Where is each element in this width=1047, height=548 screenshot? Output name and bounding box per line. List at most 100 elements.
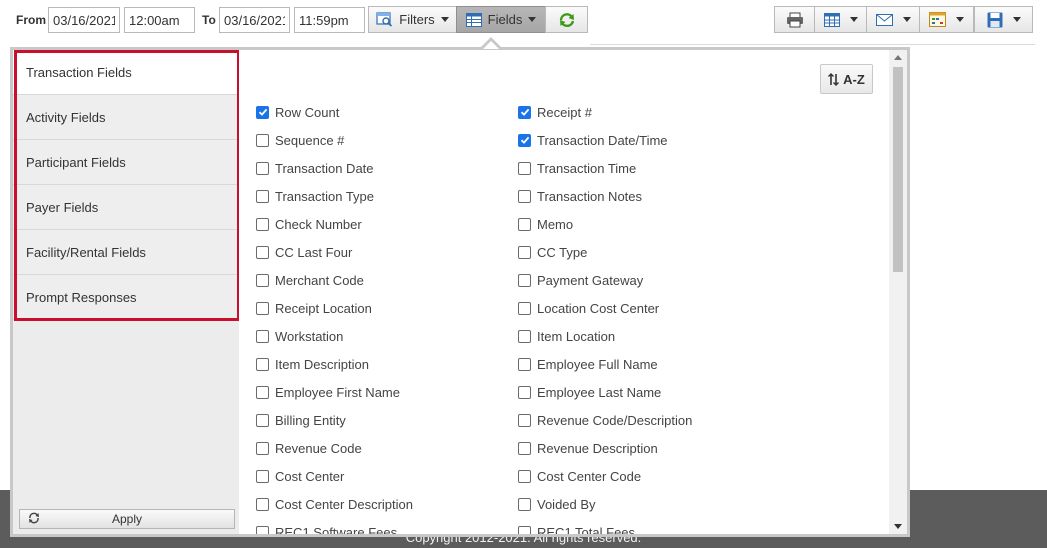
- field-option[interactable]: Revenue Code/Description: [518, 410, 692, 430]
- category-item[interactable]: Transaction Fields: [13, 50, 239, 95]
- field-option[interactable]: Billing Entity: [256, 410, 346, 430]
- category-list: Transaction Fields Activity Fields Partici…: [13, 50, 239, 320]
- field-label: Receipt #: [537, 104, 592, 120]
- field-option[interactable]: Transaction Time: [518, 158, 636, 178]
- field-checkbox[interactable]: [518, 189, 531, 203]
- category-item[interactable]: Facility/Rental Fields: [13, 230, 239, 275]
- field-checkbox[interactable]: [518, 273, 531, 287]
- field-option[interactable]: Receipt Location: [256, 298, 372, 318]
- field-option[interactable]: Revenue Code: [256, 438, 362, 458]
- field-checkbox[interactable]: [256, 385, 269, 399]
- field-checkbox[interactable]: [518, 413, 531, 427]
- sort-az-button[interactable]: A-Z: [820, 64, 873, 94]
- field-option[interactable]: CC Last Four: [256, 242, 352, 262]
- field-option[interactable]: CC Type: [518, 242, 587, 262]
- field-option[interactable]: Sequence #: [256, 130, 344, 150]
- save-button[interactable]: [974, 6, 1033, 33]
- field-option[interactable]: REC1 Software Fees: [256, 522, 397, 534]
- email-button[interactable]: [866, 6, 920, 33]
- field-option[interactable]: Cost Center Description: [256, 494, 413, 514]
- field-checkbox[interactable]: [518, 385, 531, 399]
- field-checkbox[interactable]: [256, 189, 269, 203]
- category-item[interactable]: Prompt Responses: [13, 275, 239, 320]
- scroll-down-arrow-icon[interactable]: [894, 524, 902, 529]
- field-option[interactable]: Transaction Date/Time: [518, 130, 668, 150]
- field-option[interactable]: Employee First Name: [256, 382, 400, 402]
- field-option[interactable]: Location Cost Center: [518, 298, 659, 318]
- field-option[interactable]: Merchant Code: [256, 270, 364, 290]
- field-checkbox[interactable]: [256, 301, 269, 315]
- field-checkbox[interactable]: [518, 469, 531, 483]
- field-option[interactable]: Check Number: [256, 214, 362, 234]
- category-item[interactable]: Payer Fields: [13, 185, 239, 230]
- field-checkbox[interactable]: [256, 413, 269, 427]
- field-option[interactable]: Transaction Type: [256, 186, 374, 206]
- field-checkbox[interactable]: [256, 217, 269, 231]
- field-option[interactable]: Item Location: [518, 326, 615, 346]
- fields-grid-icon: [465, 12, 482, 27]
- field-checkbox[interactable]: [256, 525, 269, 534]
- field-checkbox[interactable]: [256, 161, 269, 175]
- field-checkbox[interactable]: [518, 329, 531, 343]
- field-option[interactable]: Voided By: [518, 494, 596, 514]
- refresh-button[interactable]: [545, 6, 588, 33]
- field-option[interactable]: Cost Center Code: [518, 466, 641, 486]
- category-item[interactable]: Activity Fields: [13, 95, 239, 140]
- field-option[interactable]: Cost Center: [256, 466, 344, 486]
- print-button[interactable]: [774, 6, 815, 33]
- field-option[interactable]: Item Description: [256, 354, 369, 374]
- filter-icon: [376, 12, 393, 27]
- from-date-input[interactable]: [48, 7, 120, 33]
- field-option[interactable]: Transaction Date: [256, 158, 374, 178]
- field-checkbox[interactable]: [518, 441, 531, 455]
- field-checkbox[interactable]: [256, 469, 269, 483]
- field-option[interactable]: Payment Gateway: [518, 270, 643, 290]
- to-date-input[interactable]: [219, 7, 290, 33]
- category-label: Activity Fields: [26, 109, 106, 125]
- schedule-button[interactable]: [919, 6, 974, 33]
- field-checkbox[interactable]: [518, 217, 531, 231]
- to-time-input[interactable]: [294, 7, 365, 33]
- field-checkbox[interactable]: [256, 357, 269, 371]
- field-checkbox[interactable]: [518, 525, 531, 534]
- field-checkbox[interactable]: [256, 441, 269, 455]
- field-option[interactable]: REC1 Total Fees: [518, 522, 635, 534]
- export-grid-button[interactable]: [814, 6, 867, 33]
- field-option[interactable]: Revenue Description: [518, 438, 658, 458]
- field-checkbox[interactable]: [256, 273, 269, 287]
- from-time-input[interactable]: [124, 7, 195, 33]
- apply-button[interactable]: Apply: [19, 509, 235, 529]
- field-option[interactable]: Workstation: [256, 326, 343, 346]
- field-checkbox[interactable]: [256, 105, 269, 119]
- field-option[interactable]: Receipt #: [518, 102, 592, 122]
- field-checkbox[interactable]: [256, 245, 269, 259]
- field-checkbox[interactable]: [518, 245, 531, 259]
- field-option[interactable]: Employee Last Name: [518, 382, 661, 402]
- scroll-thumb[interactable]: [893, 67, 903, 272]
- field-checkbox[interactable]: [256, 329, 269, 343]
- category-item[interactable]: Participant Fields: [13, 140, 239, 185]
- field-checkbox[interactable]: [518, 105, 531, 119]
- print-icon: [786, 12, 804, 28]
- panel-scrollbar[interactable]: [889, 50, 907, 534]
- field-option[interactable]: Memo: [518, 214, 573, 234]
- refresh-icon: [28, 512, 40, 524]
- scroll-up-arrow-icon[interactable]: [894, 55, 902, 60]
- fields-button[interactable]: Fields: [456, 6, 546, 33]
- field-option[interactable]: Transaction Notes: [518, 186, 642, 206]
- field-checkbox[interactable]: [518, 301, 531, 315]
- field-checkbox[interactable]: [256, 497, 269, 511]
- field-checkbox[interactable]: [518, 161, 531, 175]
- checkmark-icon: [520, 136, 529, 144]
- field-checkbox[interactable]: [518, 357, 531, 371]
- field-option[interactable]: Employee Full Name: [518, 354, 658, 374]
- filters-button[interactable]: Filters: [368, 6, 457, 33]
- field-label: Location Cost Center: [537, 300, 660, 316]
- field-checkbox[interactable]: [518, 497, 531, 511]
- field-option[interactable]: Row Count: [256, 102, 339, 122]
- chevron-down-icon: [849, 17, 858, 22]
- field-checkbox[interactable]: [256, 133, 269, 147]
- category-label: Facility/Rental Fields: [26, 244, 146, 260]
- toolbar-divider: [590, 44, 1035, 45]
- field-checkbox[interactable]: [518, 133, 531, 147]
